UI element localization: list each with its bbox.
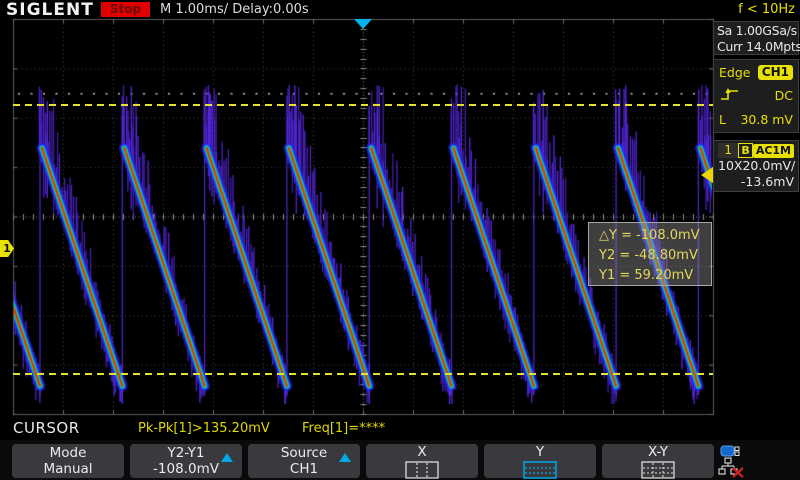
trigger-coupling-label: DC (774, 88, 793, 104)
trigger-level-readout: 30.8 mV (740, 111, 793, 127)
cursor-y2-readout: Y2 = -48.80mV (599, 248, 698, 263)
active-menu-title: CURSOR (13, 419, 80, 437)
softkey-y-cursors-button[interactable]: Y (484, 443, 596, 479)
softkey-source-button[interactable]: Source CH1 (248, 444, 360, 478)
cursor-delta-readout: △Y = -108.0mV (599, 228, 700, 243)
cursor-readout-box: △Y = -108.0mV Y2 = -48.80mV Y1 = 59.20mV (588, 222, 712, 286)
cursor-y1-readout: Y1 = 59.20mV (599, 268, 694, 283)
vertical-scale-readout: 20.0mV/ (742, 158, 796, 174)
y-cursors-icon (484, 460, 596, 479)
softkey-value: -108.0mV (153, 461, 219, 477)
lan-disconnected-icon (717, 457, 745, 480)
softkey-x-cursors-button[interactable]: X (366, 443, 478, 479)
probe-attenuation-readout: 10X (718, 158, 743, 174)
trigger-level-marker-icon (701, 167, 713, 183)
softkey-menu-bar: Mode Manual Y2-Y1 -108.0mV Source CH1 X (0, 440, 800, 480)
x-cursors-icon (366, 460, 478, 479)
softkey-label: X (417, 443, 427, 460)
trigger-frequency-readout: f < 10Hz (738, 2, 795, 17)
trigger-position-marker-icon (354, 19, 372, 29)
softkey-mode-button[interactable]: Mode Manual (12, 444, 124, 478)
trigger-panel: Edge CH1 DC L 30.8 mV (713, 59, 799, 133)
brand-logo: SIGLENT (6, 0, 94, 20)
timebase-readout: M 1.00ms/ Delay:0.00s (160, 2, 309, 17)
channel-coupling-badge: AC1M (752, 143, 794, 158)
softkey-label: Y (535, 443, 545, 460)
xy-cursors-icon (602, 460, 714, 479)
measurement-freq: Freq[1]=**** (302, 421, 386, 436)
up-arrow-icon (221, 453, 233, 462)
oscilloscope-screen: SIGLENT Stop M 1.00ms/ Delay:0.00s f < 1… (0, 0, 800, 480)
softkey-xy-cursors-button[interactable]: X-Y (602, 443, 714, 479)
measurement-pkpk: Pk-Pk[1]>135.20mV (138, 421, 270, 436)
sample-rate-readout: Sa 1.00GSa/s (717, 23, 797, 38)
trigger-source-badge: CH1 (757, 65, 793, 81)
channel-number-tile: 1 (718, 143, 739, 159)
channel-panel: 1 B AC1M 10X 20.0mV/ -13.6mV (713, 140, 799, 192)
acquisition-panel: Sa 1.00GSa/s Curr 14.0Mpts (713, 21, 800, 55)
softkey-value: Manual (43, 461, 93, 477)
up-arrow-icon (339, 453, 351, 462)
vertical-offset-readout: -13.6mV (740, 173, 794, 189)
softkey-value: CH1 (289, 461, 319, 477)
trigger-level-prefix: L (719, 111, 726, 127)
softkey-y2y1-button[interactable]: Y2-Y1 -108.0mV (130, 444, 242, 478)
rising-edge-icon (719, 87, 741, 105)
trigger-mode-label: Edge (719, 65, 751, 81)
acquisition-status-badge: Stop (101, 2, 150, 17)
memory-depth-readout: Curr 14.0Mpts (717, 38, 800, 54)
cursor-line-y1 (13, 104, 713, 106)
bandwidth-limit-badge: B (738, 143, 753, 159)
cursor-line-y2 (13, 373, 713, 375)
softkey-label: Mode (49, 445, 87, 461)
softkey-label: X-Y (647, 443, 669, 460)
